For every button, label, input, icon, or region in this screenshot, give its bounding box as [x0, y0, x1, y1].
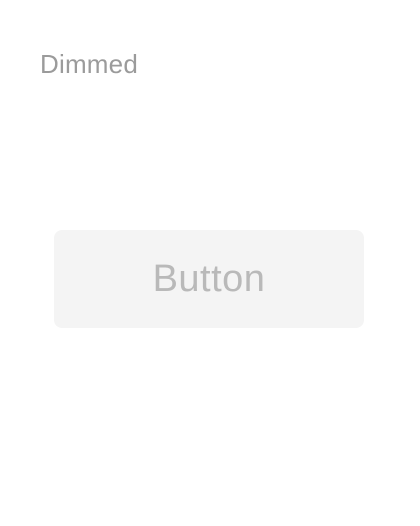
state-label: Dimmed [40, 49, 138, 79]
dimmed-button[interactable]: Button [54, 230, 364, 328]
button-label: Button [152, 257, 266, 300]
